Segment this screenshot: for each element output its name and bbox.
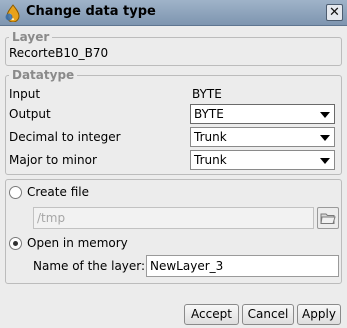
chevron-down-icon [320,158,330,164]
layer-legend: Layer [12,30,50,44]
path-input-field[interactable] [34,208,313,228]
decimal-label: Decimal to integer [9,130,121,144]
input-value: BYTE [192,87,222,101]
app-icon [5,4,20,22]
create-file-label[interactable]: Create file [27,185,89,199]
close-icon[interactable]: ✕ [326,4,343,21]
path-input[interactable] [33,207,314,229]
accept-button[interactable]: Accept [184,304,239,325]
window-title: Change data type [26,4,156,19]
open-memory-radio[interactable] [9,237,22,250]
output-select-value: BYTE [194,107,224,121]
layer-name: RecorteB10_B70 [9,46,109,60]
major-label: Major to minor [9,153,97,167]
chevron-down-icon [320,135,330,141]
datatype-legend: Datatype [12,68,75,82]
browse-folder-button[interactable] [317,207,339,229]
layer-name-label: Name of the layer: [33,259,146,273]
chevron-down-icon [320,112,330,118]
output-select[interactable]: BYTE [190,104,335,124]
cancel-button[interactable]: Cancel [242,304,294,325]
layer-name-field[interactable] [147,256,338,276]
open-memory-label[interactable]: Open in memory [27,236,128,250]
decimal-select-value: Trunk [194,130,227,144]
major-select[interactable]: Trunk [190,150,335,170]
input-label: Input [9,87,41,101]
title-bar[interactable]: Change data type ✕ [0,0,347,26]
layer-name-input[interactable] [146,255,339,277]
major-select-value: Trunk [194,153,227,167]
folder-open-icon [320,213,336,224]
decimal-select[interactable]: Trunk [190,127,335,147]
create-file-radio[interactable] [9,186,22,199]
apply-button[interactable]: Apply [297,304,341,325]
output-label: Output [9,107,51,121]
